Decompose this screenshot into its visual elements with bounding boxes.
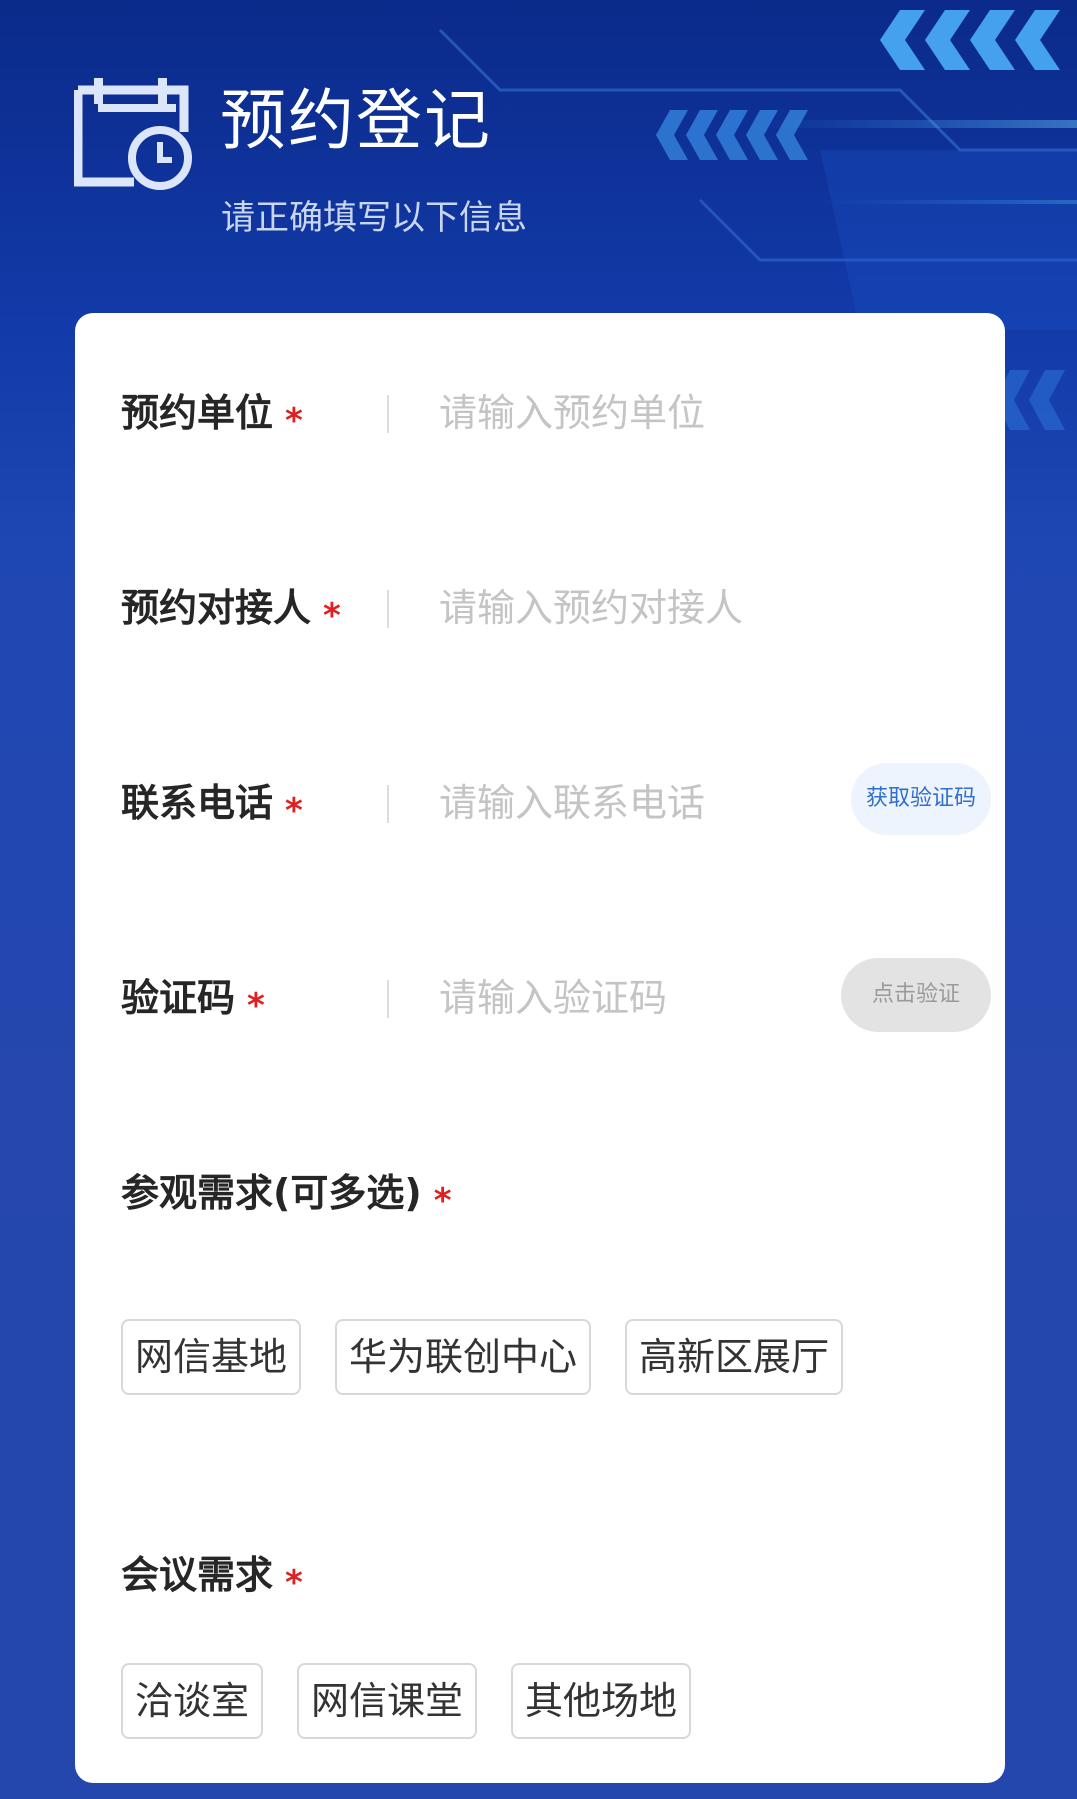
field-label: 预约对接人 [121, 586, 312, 630]
required-asterisk: * [285, 1563, 303, 1603]
meeting-needs-label: 会议需求 * [121, 1553, 303, 1603]
required-asterisk: * [433, 1181, 452, 1221]
field-phone: 联系电话 * 获取验证码 [75, 763, 1005, 843]
calendar-clock-icon [74, 78, 192, 190]
field-contact-person: 预约对接人 * [75, 568, 1005, 648]
required-asterisk: * [285, 401, 303, 441]
verification-code-input[interactable] [439, 968, 769, 1028]
organization-input[interactable] [439, 383, 769, 443]
field-divider [387, 785, 389, 823]
meeting-needs-options: 洽谈室 网信课堂 其他场地 [121, 1663, 692, 1739]
get-verification-code-button[interactable]: 获取验证码 [851, 763, 991, 835]
required-asterisk: * [285, 791, 303, 831]
field-organization: 预约单位 * [75, 373, 1005, 453]
visit-needs-options: 网信基地 华为联创中心 高新区展厅 [121, 1319, 844, 1395]
field-divider [387, 590, 389, 628]
field-divider [387, 395, 389, 433]
field-label: 验证码 [121, 976, 236, 1020]
field-verification-code: 验证码 * 点击验证 [75, 958, 1005, 1038]
visit-option-chip[interactable]: 高新区展厅 [625, 1319, 844, 1395]
visit-option-chip[interactable]: 华为联创中心 [335, 1319, 592, 1395]
field-divider [387, 980, 389, 1018]
field-label: 预约单位 [121, 391, 274, 435]
visit-option-chip[interactable]: 网信基地 [121, 1319, 302, 1395]
page-title: 预约登记 [220, 82, 492, 159]
required-asterisk: * [323, 596, 341, 636]
verify-button[interactable]: 点击验证 [841, 958, 991, 1032]
registration-form-card: 预约单位 * 预约对接人 * 联系电话 * 获取验证码 验证码 * 点击验证 参观需求(… [75, 313, 1005, 1783]
meeting-option-chip[interactable]: 其他场地 [511, 1663, 692, 1739]
visit-needs-label: 参观需求(可多选) * [121, 1171, 452, 1221]
meeting-option-chip[interactable]: 洽谈室 [121, 1663, 264, 1739]
contact-person-input[interactable] [439, 578, 769, 638]
meeting-option-chip[interactable]: 网信课堂 [297, 1663, 478, 1739]
required-asterisk: * [247, 986, 265, 1026]
field-label: 联系电话 [121, 781, 274, 825]
page-subtitle: 请正确填写以下信息 [221, 198, 527, 238]
phone-input[interactable] [439, 773, 769, 833]
